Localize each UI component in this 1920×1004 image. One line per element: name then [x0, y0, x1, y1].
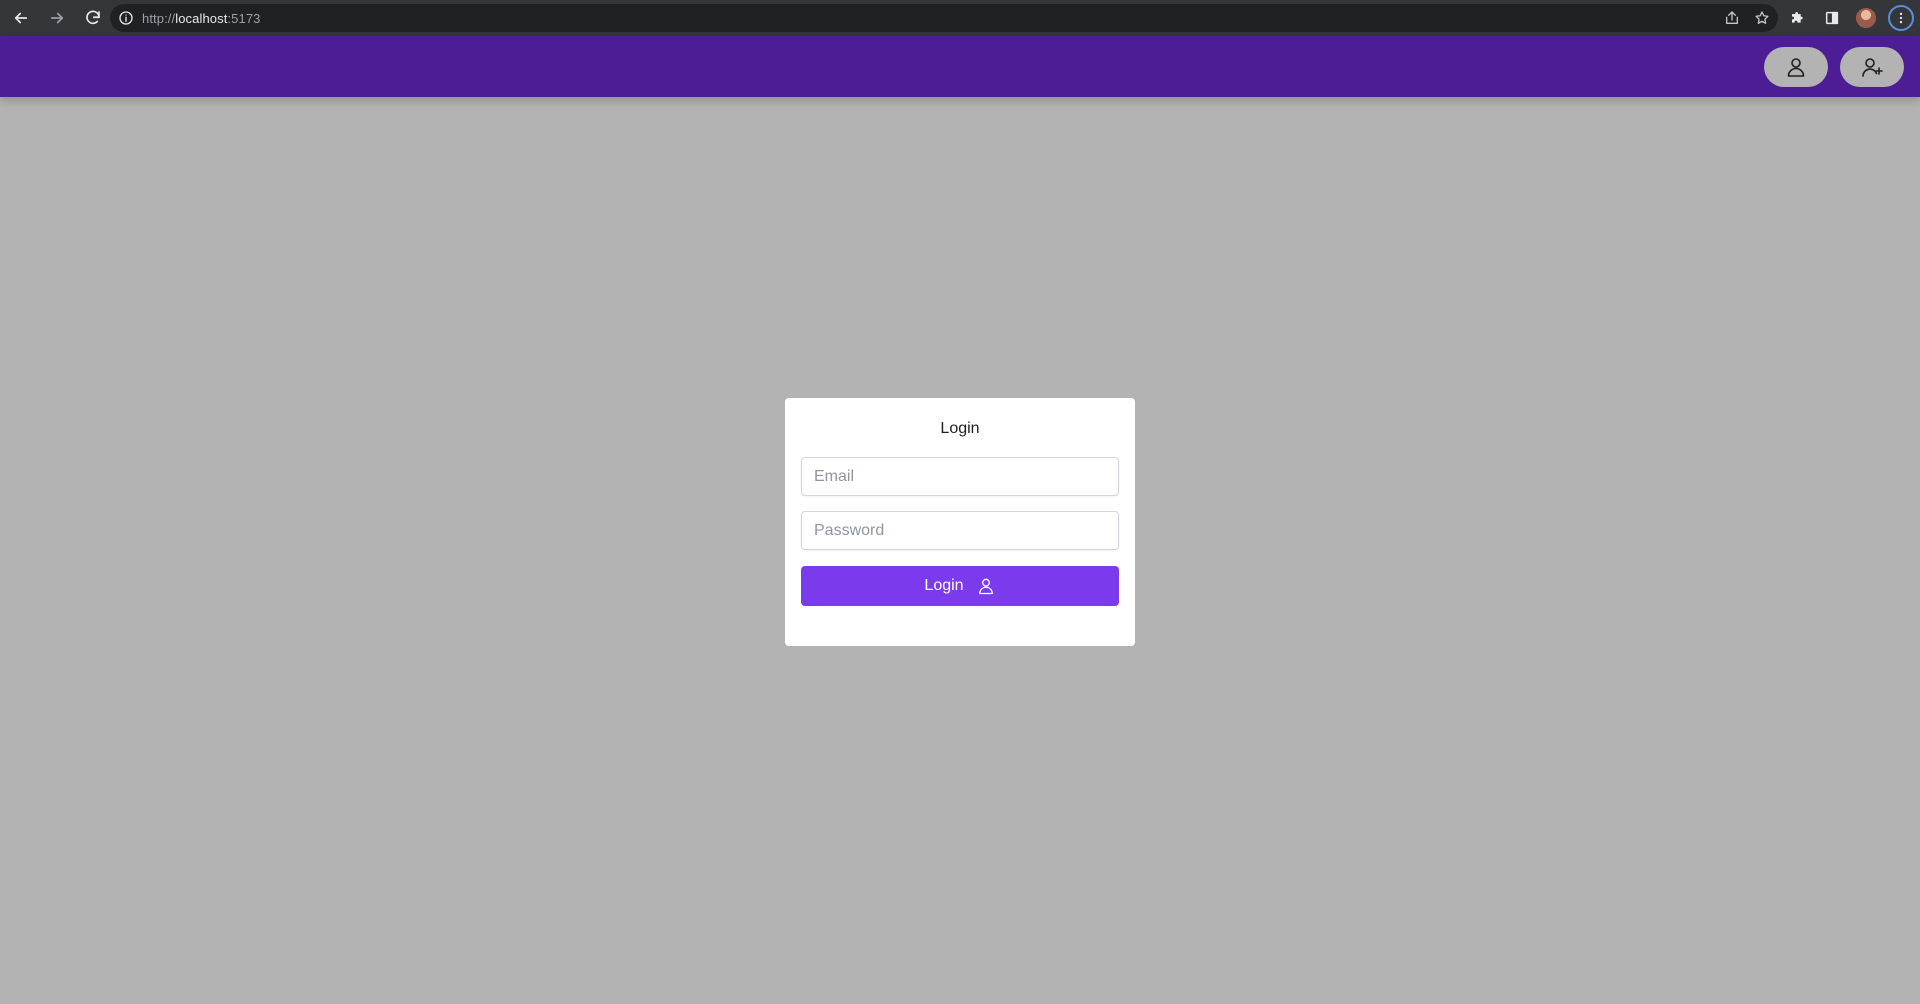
- login-title: Login: [940, 420, 980, 437]
- browser-menu-button[interactable]: [1888, 5, 1914, 31]
- password-field[interactable]: [801, 511, 1119, 550]
- url-port: :5173: [227, 10, 261, 26]
- reload-button[interactable]: [78, 3, 108, 33]
- reload-icon: [86, 10, 100, 25]
- login-submit-label: Login: [924, 577, 964, 594]
- login-card: Login Login: [785, 398, 1135, 646]
- kebab-menu-icon: [1899, 12, 1903, 24]
- star-icon[interactable]: [1754, 10, 1770, 26]
- arrow-right-icon: [50, 12, 64, 24]
- user-icon: [978, 578, 993, 595]
- url-host: localhost: [175, 10, 228, 26]
- side-panel-button[interactable]: [1820, 6, 1844, 30]
- user-plus-icon: [1862, 58, 1883, 77]
- login-submit-button[interactable]: Login: [801, 566, 1119, 606]
- address-bar-actions: [1724, 4, 1770, 32]
- arrow-left-icon: [14, 12, 28, 24]
- info-icon[interactable]: [118, 10, 134, 26]
- browser-actions: [1786, 3, 1914, 33]
- url-scheme: http://: [142, 10, 176, 26]
- url-text[interactable]: http://localhost:5173: [142, 11, 261, 26]
- browser-toolbar: http://localhost:5173: [0, 0, 1920, 36]
- app-header: [0, 36, 1920, 97]
- puzzle-icon: [1792, 12, 1803, 23]
- address-bar[interactable]: http://localhost:5173: [110, 4, 1778, 32]
- back-button[interactable]: [6, 3, 36, 33]
- email-field[interactable]: [801, 457, 1119, 496]
- side-panel-icon: [1825, 11, 1839, 25]
- register-nav-button[interactable]: [1840, 47, 1904, 87]
- login-nav-button[interactable]: [1764, 47, 1828, 87]
- profile-button[interactable]: [1854, 6, 1878, 30]
- extensions-button[interactable]: [1786, 6, 1810, 30]
- user-icon: [1787, 58, 1805, 77]
- forward-button[interactable]: [42, 3, 72, 33]
- share-icon[interactable]: [1724, 10, 1740, 26]
- avatar: [1856, 8, 1876, 28]
